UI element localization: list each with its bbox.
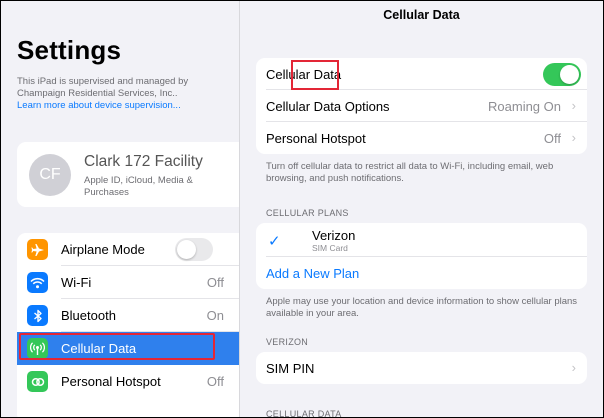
supervision-notice: This iPad is supervised and managed by C… [17,76,227,112]
chevron-right-icon: › [571,360,576,375]
avatar: CF [29,154,71,196]
sidebar-item-label: Airplane Mode [61,242,145,257]
cellular-plans-group: ✓ Verizon SIM Card Add a New Plan [256,223,587,289]
verizon-header: VERIZON [266,337,309,347]
wifi-status: Off [206,275,224,290]
profile-name: Clark 172 Facility [84,153,203,170]
sidebar-item-bluetooth[interactable]: Bluetooth On [17,299,239,332]
personal-hotspot-row[interactable]: Personal Hotspot Off › [256,122,587,154]
sidebar-item-airplane-mode[interactable]: Airplane Mode [17,233,239,266]
cellular-plans-header: CELLULAR PLANS [266,208,349,218]
plan-subtitle: SIM Card [312,243,348,253]
sidebar-item-label: Bluetooth [61,308,116,323]
settings-menu: Airplane Mode Wi-Fi Off Bluetooth On Cel… [17,233,239,417]
cellular-data-options-label: Cellular Data Options [266,99,390,114]
sidebar-item-label: Wi-Fi [61,275,92,290]
hotspot-status: Off [206,374,224,389]
cellular-data-section-header: CELLULAR DATA [266,409,342,417]
roaming-status: Roaming On [488,99,561,114]
sidebar-item-label: Personal Hotspot [61,374,161,389]
toggle-knob [560,65,579,84]
plan-name: Verizon [312,228,356,243]
add-plan-row[interactable]: Add a New Plan [256,257,587,289]
toggle-knob [177,240,196,259]
checkmark-icon: ✓ [268,233,281,250]
verizon-group: SIM PIN › [256,352,587,384]
airplane-icon [27,239,48,260]
supervision-text: This iPad is supervised and managed by C… [17,76,189,99]
sim-pin-label: SIM PIN [266,361,315,376]
airplane-mode-toggle[interactable] [175,238,213,261]
chevron-right-icon: › [571,130,576,145]
supervision-link[interactable]: Learn more about device supervision... [17,100,181,111]
chevron-right-icon: › [571,98,576,113]
personal-hotspot-status: Off [543,131,561,146]
plan-row-verizon[interactable]: ✓ Verizon SIM Card [256,223,587,257]
cellular-data-options-row[interactable]: Cellular Data Options Roaming On › [256,90,587,122]
ipad-screen: Settings This iPad is supervised and man… [0,0,604,418]
bluetooth-status: On [206,308,224,323]
page-title: Settings [17,35,122,65]
panel-title: Cellular Data [383,8,460,22]
add-new-plan-link[interactable]: Add a New Plan [266,266,359,281]
apple-id-profile[interactable]: CF Clark 172 Facility Apple ID, iCloud, … [17,142,239,207]
bluetooth-icon [27,305,48,326]
personal-hotspot-label: Personal Hotspot [266,131,366,146]
cellular-plans-footnote: Apple may use your location and device i… [266,296,578,319]
toggle-annotation-box [291,60,339,90]
sidebar-item-personal-hotspot[interactable]: Personal Hotspot Off [17,365,239,398]
cellular-data-footnote: Turn off cellular data to restrict all d… [266,161,554,184]
sidebar-item-wifi[interactable]: Wi-Fi Off [17,266,239,299]
wifi-icon [27,272,48,293]
cellular-data-toggle[interactable] [543,63,581,86]
profile-subtitle: Apple ID, iCloud, Media & Purchases [84,175,193,198]
sim-pin-row[interactable]: SIM PIN › [256,352,587,384]
hotspot-icon [27,371,48,392]
selection-annotation-box [19,333,215,360]
